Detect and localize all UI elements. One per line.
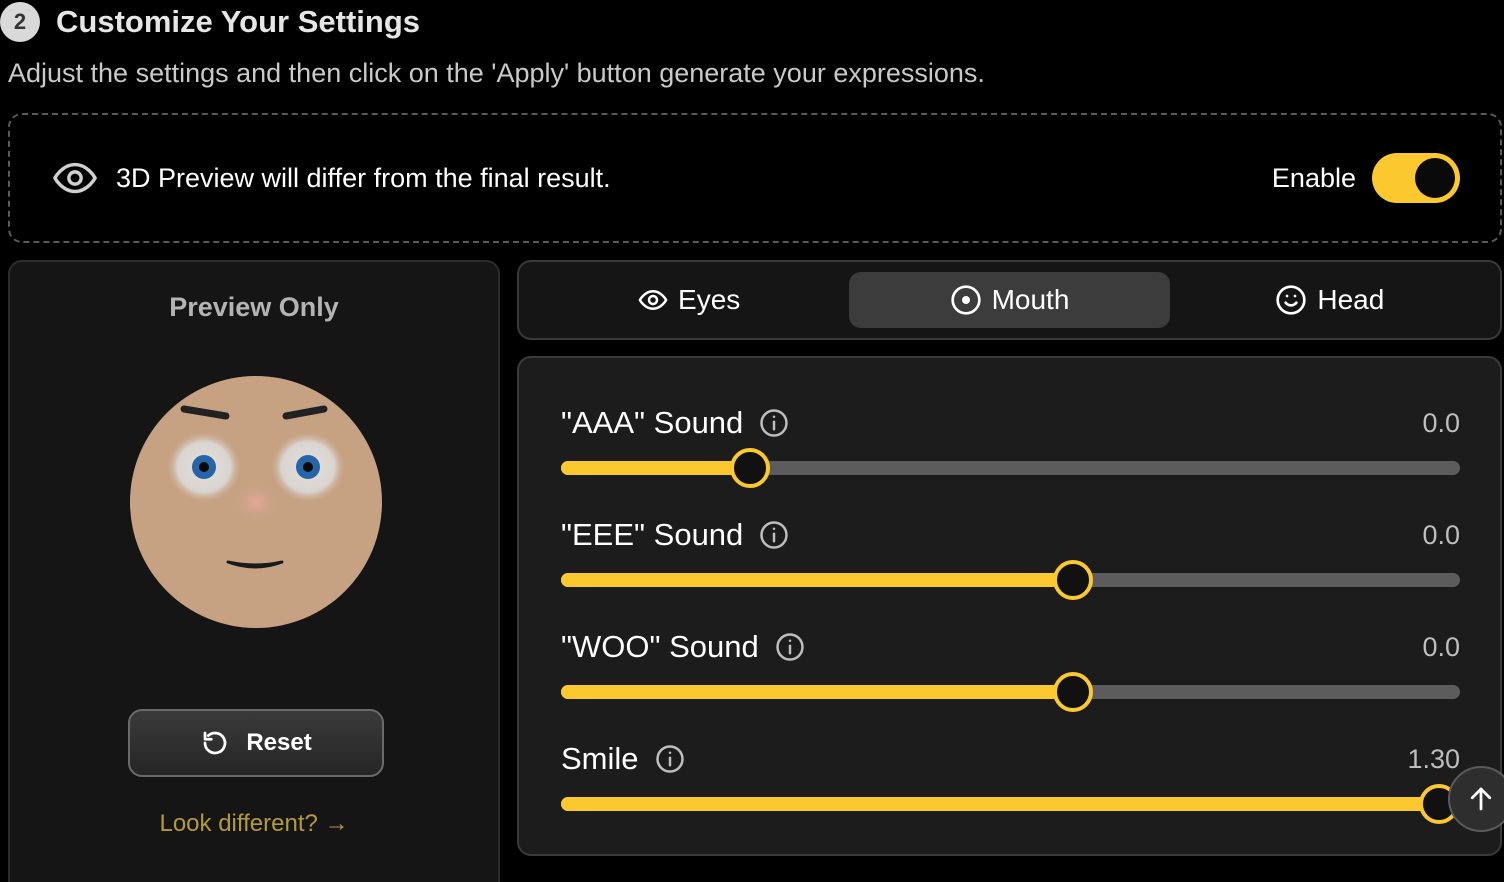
target-circle-icon xyxy=(950,285,981,315)
slider-value: 0.0 xyxy=(1422,519,1460,550)
slider-track[interactable] xyxy=(561,448,1460,488)
slider-thumb[interactable] xyxy=(1053,560,1094,600)
info-icon[interactable] xyxy=(775,632,805,662)
arrow-right-icon: → xyxy=(324,810,349,837)
reset-icon xyxy=(203,731,227,755)
slider-label: "AAA" Sound xyxy=(561,405,744,440)
slider-smile: Smile 1.30 xyxy=(561,739,1460,851)
feature-tabs: Eyes Mouth Head xyxy=(517,260,1502,340)
slider-label: "WOO" Sound xyxy=(561,629,759,664)
preview-notice-text: 3D Preview will differ from the final re… xyxy=(116,162,611,193)
look-different-link[interactable]: Look different? → xyxy=(10,810,498,838)
preview-only-label: Preview Only xyxy=(169,292,339,322)
toggle-knob xyxy=(1415,158,1455,198)
info-icon[interactable] xyxy=(759,520,789,550)
tab-eyes-label: Eyes xyxy=(678,284,741,315)
enable-preview-toggle[interactable] xyxy=(1372,153,1460,203)
slider-thumb[interactable] xyxy=(729,448,770,488)
slider-label: Smile xyxy=(561,741,639,776)
slider-eee-sound: "EEE" Sound 0.0 xyxy=(561,515,1460,627)
mouth-sliders-panel: "AAA" Sound 0.0 "EEE" Sound 0.0 "WOO" So… xyxy=(517,356,1502,856)
slider-value: 0.0 xyxy=(1422,407,1460,438)
face-preview[interactable] xyxy=(128,374,384,630)
tab-head-label: Head xyxy=(1317,284,1385,315)
look-different-label: Look different? xyxy=(159,810,318,837)
smiley-icon xyxy=(1276,285,1307,315)
page-subtitle: Adjust the settings and then click on th… xyxy=(8,58,985,88)
tab-mouth[interactable]: Mouth xyxy=(849,272,1170,328)
reset-button[interactable]: Reset xyxy=(128,709,384,777)
slider-track[interactable] xyxy=(561,560,1460,600)
tab-eyes[interactable]: Eyes xyxy=(529,272,849,328)
slider-track[interactable] xyxy=(561,784,1460,824)
eye-icon xyxy=(53,162,97,194)
slider-aaa-sound: "AAA" Sound 0.0 xyxy=(561,403,1460,515)
preview-panel: Preview Only Reset Look different? → xyxy=(8,260,500,882)
slider-track[interactable] xyxy=(561,672,1460,712)
tab-head[interactable]: Head xyxy=(1170,272,1490,328)
slider-value: 1.30 xyxy=(1407,743,1460,774)
slider-value: 0.0 xyxy=(1422,631,1460,662)
face-avatar xyxy=(130,376,382,628)
step-number-badge: 2 xyxy=(0,2,40,42)
eye-icon xyxy=(638,290,668,310)
page-title: Customize Your Settings xyxy=(56,4,421,39)
reset-label: Reset xyxy=(246,729,312,756)
slider-fill xyxy=(561,685,1074,699)
slider-woo-sound: "WOO" Sound 0.0 xyxy=(561,627,1460,739)
info-icon[interactable] xyxy=(759,408,789,438)
slider-fill xyxy=(561,461,750,475)
preview-notice-bar: 3D Preview will differ from the final re… xyxy=(8,113,1502,243)
step-header: 2 Customize Your Settings xyxy=(0,2,420,42)
slider-label: "EEE" Sound xyxy=(561,517,744,552)
info-icon[interactable] xyxy=(655,744,685,774)
slider-thumb[interactable] xyxy=(1053,672,1094,712)
tab-mouth-label: Mouth xyxy=(991,284,1070,315)
slider-fill xyxy=(561,573,1074,587)
enable-label: Enable xyxy=(1271,162,1356,193)
arrow-up-icon xyxy=(1470,787,1492,811)
slider-fill xyxy=(561,797,1440,811)
